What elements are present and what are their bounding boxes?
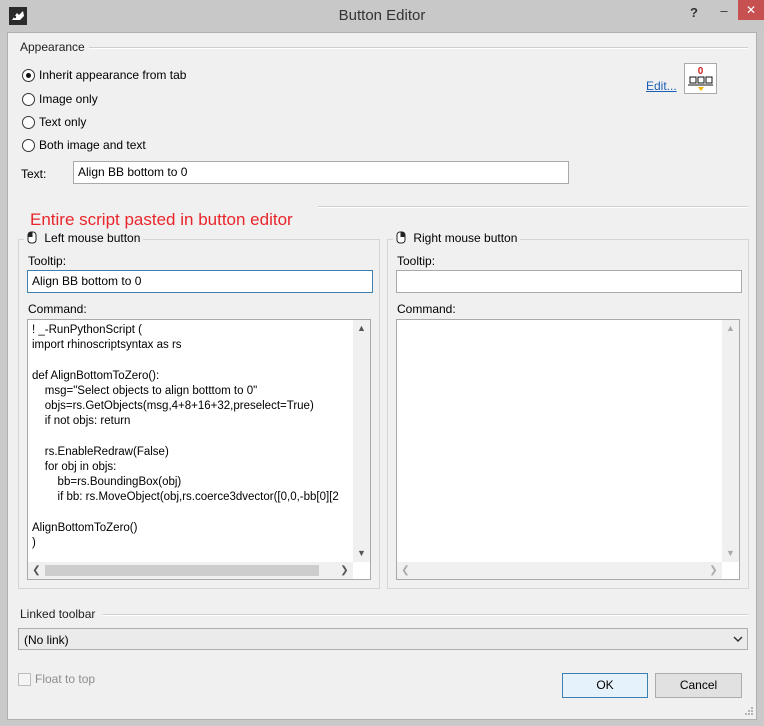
command-line[interactable]: if bb: rs.MoveObject(obj,rs.coerce3dvect… bbox=[32, 490, 352, 505]
close-button[interactable]: ✕ bbox=[738, 0, 764, 20]
left-tooltip-label: Tooltip: bbox=[28, 254, 67, 268]
radio-text-only-label[interactable]: Text only bbox=[39, 115, 86, 129]
scroll-up-icon[interactable]: ▲ bbox=[353, 320, 370, 337]
window-title: Button Editor bbox=[338, 7, 426, 24]
command-line[interactable]: ! _-RunPythonScript ( bbox=[32, 323, 352, 338]
scroll-down-icon[interactable]: ▼ bbox=[353, 545, 370, 562]
left-command-hscroll[interactable]: ❮ ❯ bbox=[28, 562, 353, 579]
left-command-vscroll[interactable]: ▲ ▼ bbox=[353, 320, 370, 562]
left-hscroll-thumb[interactable] bbox=[45, 565, 319, 576]
button-image-preview[interactable]: 0 bbox=[684, 63, 717, 94]
appearance-divider bbox=[88, 47, 748, 49]
ok-button[interactable]: OK bbox=[562, 673, 648, 698]
command-line[interactable] bbox=[32, 353, 352, 368]
align-bottom-icon: 0 bbox=[688, 66, 713, 91]
right-mouse-icon bbox=[396, 231, 406, 244]
resize-grip-icon[interactable] bbox=[744, 706, 754, 716]
scroll-right-icon[interactable]: ❯ bbox=[336, 562, 353, 579]
left-tooltip-input[interactable]: Align BB bottom to 0 bbox=[27, 270, 373, 293]
command-line[interactable]: for obj in objs: bbox=[32, 460, 352, 475]
annotation-text: Entire script pasted in button editor bbox=[30, 210, 293, 229]
scroll-left-icon[interactable]: ❮ bbox=[397, 562, 414, 579]
title-bar[interactable]: Button Editor ? – ✕ bbox=[0, 0, 764, 32]
help-button[interactable]: ? bbox=[683, 5, 705, 23]
appearance-section-label: Appearance bbox=[20, 40, 89, 54]
command-line[interactable]: def AlignBottomToZero(): bbox=[32, 369, 352, 384]
command-line[interactable]: objs=rs.GetObjects(msg,4+8+16+32,presele… bbox=[32, 399, 352, 414]
svg-text:0: 0 bbox=[698, 66, 704, 77]
right-mouse-label: Right mouse button bbox=[413, 231, 518, 245]
radio-image-only-label[interactable]: Image only bbox=[39, 92, 98, 106]
right-command-hscroll[interactable]: ❮ ❯ bbox=[397, 562, 722, 579]
radio-image-only-indicator[interactable] bbox=[22, 93, 35, 106]
right-command-label: Command: bbox=[397, 302, 456, 316]
right-tooltip-label: Tooltip: bbox=[397, 254, 436, 268]
linked-toolbar-value: (No link) bbox=[24, 633, 69, 647]
left-mouse-label: Left mouse button bbox=[44, 231, 141, 245]
float-to-top-box[interactable] bbox=[18, 673, 31, 686]
right-mouse-header: Right mouse button bbox=[393, 230, 521, 245]
chevron-down-icon bbox=[733, 636, 743, 643]
command-line[interactable]: msg="Select objects to align botttom to … bbox=[32, 384, 352, 399]
radio-inherit-indicator[interactable] bbox=[22, 69, 35, 82]
scroll-right-icon[interactable]: ❯ bbox=[705, 562, 722, 579]
scroll-down-icon[interactable]: ▼ bbox=[722, 545, 739, 562]
command-line[interactable]: import rhinoscriptsyntax as rs bbox=[32, 338, 352, 353]
scroll-left-icon[interactable]: ❮ bbox=[28, 562, 45, 579]
command-line[interactable]: AlignBottomToZero() bbox=[32, 521, 352, 536]
scroll-up-icon[interactable]: ▲ bbox=[722, 320, 739, 337]
linked-toolbar-section-label: Linked toolbar bbox=[20, 607, 100, 621]
right-tooltip-input[interactable] bbox=[396, 270, 742, 293]
left-command-label: Command: bbox=[28, 302, 87, 316]
radio-both-label[interactable]: Both image and text bbox=[39, 138, 146, 152]
cancel-button[interactable]: Cancel bbox=[655, 673, 742, 698]
minimize-button[interactable]: – bbox=[712, 3, 736, 21]
edit-image-link[interactable]: Edit... bbox=[646, 79, 677, 93]
command-line[interactable]: bb=rs.BoundingBox(obj) bbox=[32, 475, 352, 490]
command-line[interactable]: ) bbox=[32, 536, 352, 551]
right-command-vscroll[interactable]: ▲ ▼ bbox=[722, 320, 739, 562]
close-icon: ✕ bbox=[745, 3, 757, 17]
text-field-label: Text: bbox=[21, 167, 47, 181]
annotation-divider bbox=[318, 206, 748, 208]
radio-text-only-indicator[interactable] bbox=[22, 116, 35, 129]
linked-toolbar-divider bbox=[103, 614, 748, 616]
radio-inherit-label[interactable]: Inherit appearance from tab bbox=[39, 68, 186, 82]
left-command-text[interactable]: ! _-RunPythonScript (import rhinoscripts… bbox=[32, 323, 352, 551]
button-editor-window: Button Editor ? – ✕ Appearance Inherit a… bbox=[0, 0, 764, 726]
command-line[interactable]: if not objs: return bbox=[32, 414, 352, 429]
left-command-textarea[interactable]: ! _-RunPythonScript (import rhinoscripts… bbox=[27, 319, 371, 580]
left-mouse-header: Left mouse button bbox=[24, 230, 144, 245]
float-to-top-label[interactable]: Float to top bbox=[35, 672, 95, 686]
left-mouse-icon bbox=[27, 231, 37, 244]
command-line[interactable] bbox=[32, 505, 352, 520]
button-text-input[interactable]: Align BB bottom to 0 bbox=[73, 161, 569, 184]
linked-toolbar-select[interactable]: (No link) bbox=[18, 628, 748, 650]
radio-both-indicator[interactable] bbox=[22, 139, 35, 152]
right-command-textarea[interactable]: ▲ ▼ ❮ ❯ bbox=[396, 319, 740, 580]
command-line[interactable]: rs.EnableRedraw(False) bbox=[32, 445, 352, 460]
command-line[interactable] bbox=[32, 429, 352, 444]
